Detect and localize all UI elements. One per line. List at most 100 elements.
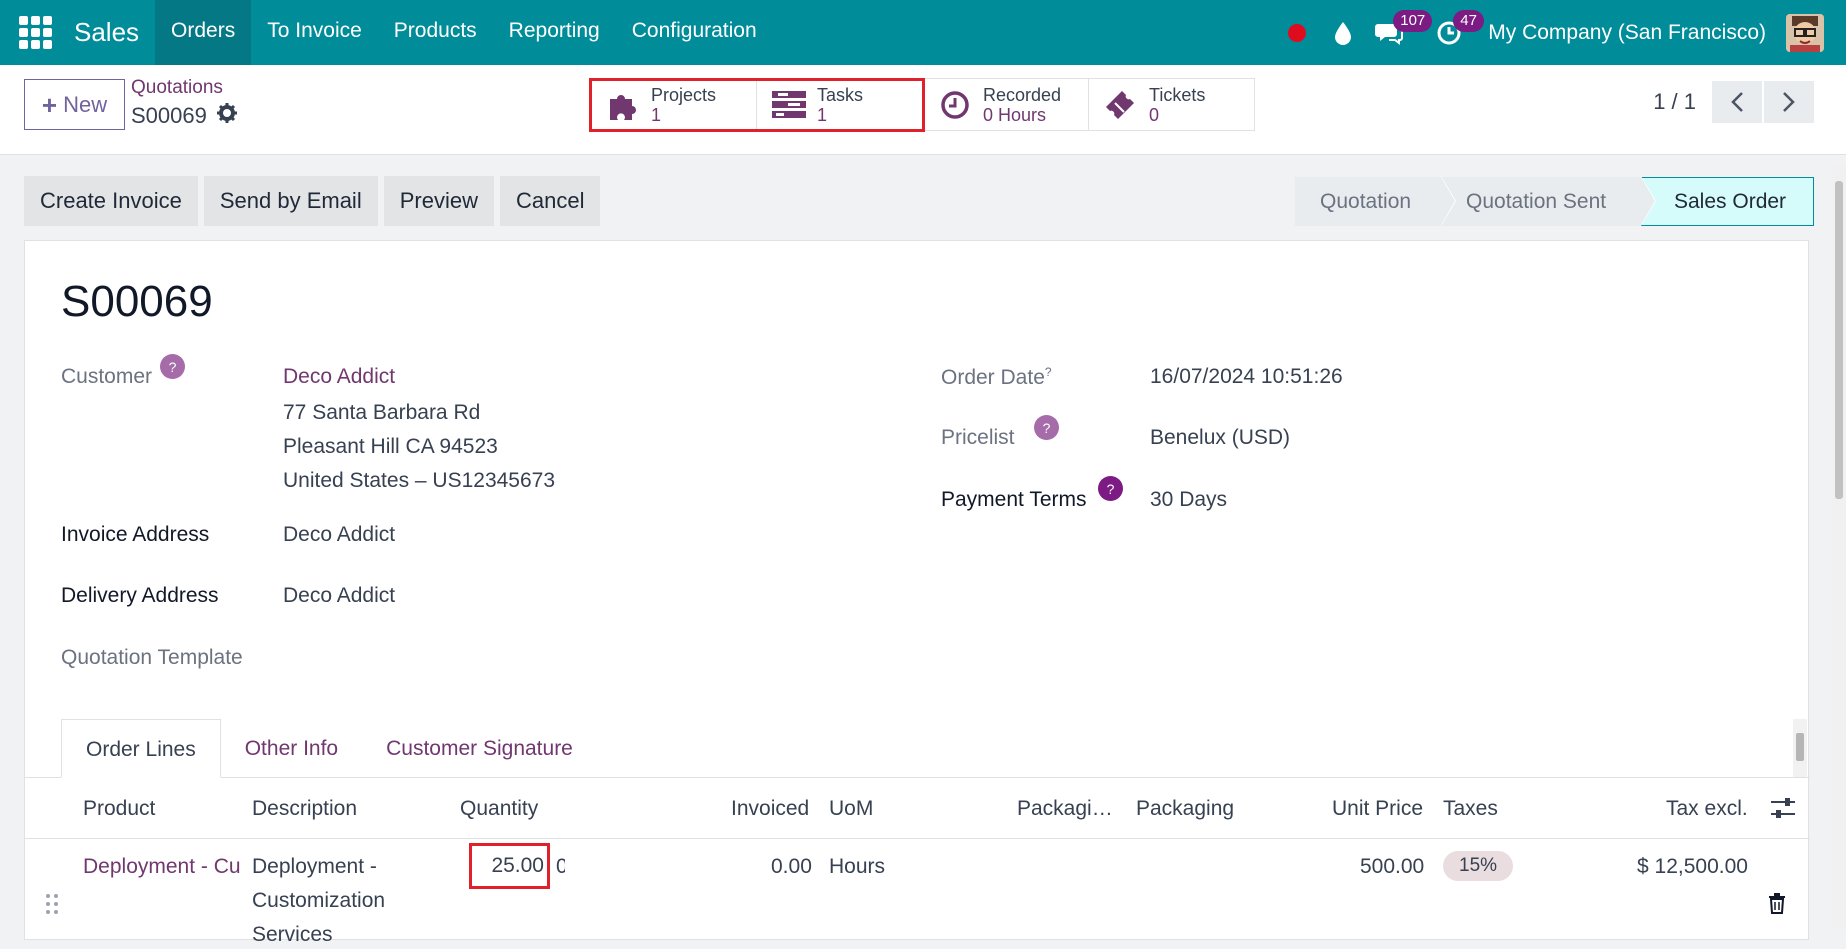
- column-packaging[interactable]: Packaging: [1136, 778, 1234, 839]
- tasks-smart-button[interactable]: Tasks 1: [756, 78, 923, 131]
- tasks-label: Tasks: [817, 84, 864, 105]
- user-avatar[interactable]: [1786, 13, 1824, 52]
- line-description-3[interactable]: Services: [252, 923, 333, 947]
- menu-configuration[interactable]: Configuration: [616, 0, 773, 65]
- projects-count: 1: [651, 104, 662, 125]
- pricelist-field[interactable]: Benelux (USD): [1150, 426, 1290, 450]
- page-scrollbar[interactable]: [1832, 165, 1846, 929]
- column-invoiced[interactable]: Invoiced: [731, 778, 809, 839]
- line-invoiced: 0.00: [771, 855, 812, 878]
- customer-address-line2: Pleasant Hill CA 94523: [283, 435, 498, 458]
- activities-badge: 47: [1453, 10, 1484, 32]
- app-brand[interactable]: Sales: [70, 0, 155, 65]
- line-unit-price[interactable]: 500.00: [1360, 855, 1424, 879]
- customer-label: Customer: [61, 365, 153, 388]
- column-uom[interactable]: UoM: [829, 778, 873, 839]
- stage-quotation[interactable]: Quotation: [1295, 176, 1456, 226]
- column-quantity[interactable]: Quantity: [460, 778, 538, 839]
- systray: 107 47 My Company (San Francisco): [1274, 0, 1846, 65]
- gear-icon[interactable]: [216, 103, 237, 129]
- quotation-template-label: Quotation Template: [61, 646, 243, 669]
- record-name: S00069: [131, 103, 207, 128]
- menu-products[interactable]: Products: [378, 0, 493, 65]
- drop-icon[interactable]: [1320, 0, 1366, 65]
- line-tax-badge[interactable]: 15%: [1443, 851, 1514, 881]
- drag-handle-icon[interactable]: [45, 893, 59, 921]
- line-quantity-input[interactable]: 25.00: [469, 843, 550, 889]
- column-packaging-qty[interactable]: Packagi…: [1017, 778, 1113, 839]
- projects-smart-button[interactable]: Projects 1: [590, 78, 757, 131]
- tickets-count: 0: [1149, 104, 1160, 125]
- create-invoice-button[interactable]: Create Invoice: [24, 176, 198, 226]
- line-product[interactable]: Deployment - Cu: [83, 855, 243, 879]
- tasks-icon: [771, 87, 807, 123]
- recorded-smart-button[interactable]: Recorded 0 Hours: [922, 78, 1089, 131]
- main-menu: Orders To Invoice Products Reporting Con…: [155, 0, 773, 65]
- cancel-button[interactable]: Cancel: [499, 176, 601, 226]
- pager-next-button[interactable]: [1764, 81, 1814, 123]
- line-quantity-overflow: 0: [556, 855, 565, 878]
- chevron-left-icon: [1731, 92, 1743, 112]
- breadcrumb-quotations[interactable]: Quotations: [131, 77, 223, 99]
- line-uom[interactable]: Hours: [829, 855, 885, 879]
- tasks-count: 1: [817, 104, 828, 125]
- action-bar: Create Invoice Send by Email Preview Can…: [24, 176, 601, 226]
- invoice-address-field[interactable]: Deco Addict: [283, 523, 395, 547]
- column-unit-price[interactable]: Unit Price: [1332, 778, 1423, 839]
- recording-indicator[interactable]: [1274, 0, 1320, 65]
- pager-value[interactable]: 1 / 1: [1653, 89, 1696, 115]
- tab-customer-signature[interactable]: Customer Signature: [362, 719, 597, 778]
- stage-sales-order[interactable]: Sales Order: [1641, 177, 1814, 226]
- new-button-label: New: [63, 91, 108, 117]
- order-date-field[interactable]: 16/07/2024 10:51:26: [1150, 365, 1343, 389]
- recorded-hours: 0 Hours: [983, 104, 1047, 125]
- menu-orders[interactable]: Orders: [155, 0, 252, 65]
- tickets-smart-button[interactable]: Tickets 0: [1088, 78, 1255, 131]
- customer-help-icon[interactable]: ?: [160, 354, 185, 379]
- pricelist-help-icon[interactable]: ?: [1034, 415, 1059, 440]
- pager-previous-button[interactable]: [1712, 81, 1762, 123]
- payment-terms-field[interactable]: 30 Days: [1150, 488, 1227, 512]
- activities-button[interactable]: 47: [1426, 0, 1484, 65]
- control-panel: + New Quotations S00069 Projects 1 Tasks 1…: [0, 65, 1846, 155]
- smart-buttons: Projects 1 Tasks 1 Recorded 0 Hours Tickets…: [590, 78, 1255, 131]
- payment-terms-label: Payment Terms: [941, 488, 1087, 511]
- trash-icon[interactable]: [1768, 893, 1786, 920]
- order-title: S00069: [61, 277, 213, 326]
- messages-button[interactable]: 107: [1366, 0, 1433, 65]
- apps-menu-icon[interactable]: [0, 0, 70, 65]
- scrollbar-thumb[interactable]: [1835, 181, 1843, 499]
- table-row[interactable]: Deployment - Cu Deployment - Customizati…: [25, 839, 1810, 949]
- order-date-help-icon[interactable]: ?: [1045, 365, 1052, 379]
- form-sheet: S00069 Customer ? Deco Addict 77 Santa B…: [24, 240, 1810, 946]
- ticket-icon: [1103, 87, 1139, 123]
- tab-other-info[interactable]: Other Info: [221, 719, 362, 778]
- new-button[interactable]: + New: [24, 79, 125, 130]
- delivery-address-label: Delivery Address: [61, 584, 219, 607]
- stage-quotation-sent[interactable]: Quotation Sent: [1441, 176, 1656, 226]
- tickets-label: Tickets: [1149, 84, 1206, 105]
- column-description[interactable]: Description: [252, 778, 357, 839]
- pricelist-label: Pricelist: [941, 426, 1015, 449]
- menu-reporting[interactable]: Reporting: [493, 0, 616, 65]
- invoice-address-label: Invoice Address: [61, 523, 210, 546]
- menu-to-invoice[interactable]: To Invoice: [251, 0, 378, 65]
- column-tax-excl[interactable]: Tax excl.: [1666, 778, 1748, 839]
- line-description-2[interactable]: Customization: [252, 889, 385, 913]
- delivery-address-field[interactable]: Deco Addict: [283, 584, 395, 608]
- top-navbar: Sales Orders To Invoice Products Reporti…: [0, 0, 1846, 65]
- send-by-email-button[interactable]: Send by Email: [203, 176, 378, 226]
- customer-name[interactable]: Deco Addict: [283, 365, 395, 389]
- recorded-label: Recorded: [983, 84, 1062, 105]
- preview-button[interactable]: Preview: [383, 176, 494, 226]
- tab-order-lines[interactable]: Order Lines: [61, 719, 221, 778]
- stage-label: Quotation Sent: [1466, 189, 1607, 213]
- column-product[interactable]: Product: [83, 778, 155, 839]
- payment-terms-help-icon[interactable]: ?: [1098, 476, 1123, 501]
- tabs-scrollbar[interactable]: [1793, 719, 1807, 777]
- company-switcher[interactable]: My Company (San Francisco): [1472, 21, 1786, 45]
- line-description-1[interactable]: Deployment -: [252, 855, 377, 879]
- column-taxes[interactable]: Taxes: [1443, 778, 1498, 839]
- optional-columns-icon[interactable]: [1771, 797, 1795, 821]
- stage-label: Sales Order: [1674, 189, 1787, 213]
